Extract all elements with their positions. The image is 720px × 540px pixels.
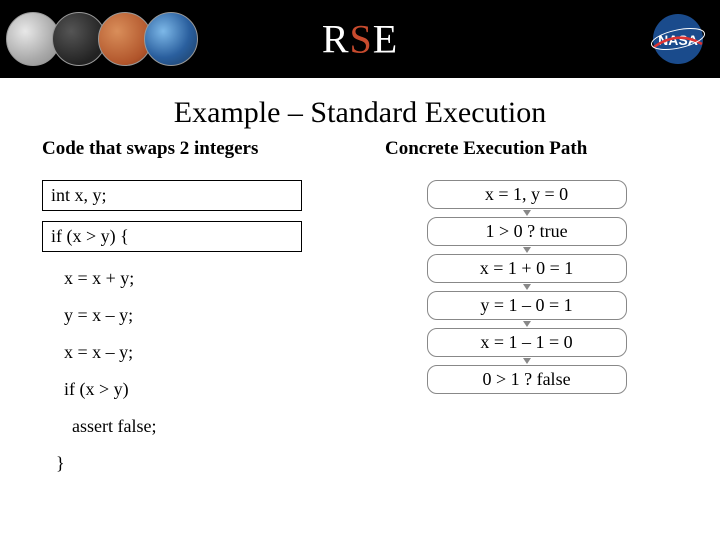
execution-heading: Concrete Execution Path <box>375 138 678 160</box>
slide-content: Code that swaps 2 integers int x, y; if … <box>0 130 720 484</box>
exec-step-6: 0 > 1 ? false <box>427 365 627 394</box>
code-line-2: y = x – y; <box>42 299 302 332</box>
execution-column: Concrete Execution Path x = 1, y = 0 1 >… <box>375 138 678 484</box>
earth-icon <box>144 12 198 66</box>
code-assert: assert false; <box>42 410 302 443</box>
planet-row <box>6 12 190 66</box>
exec-step-4: y = 1 – 0 = 1 <box>427 291 627 320</box>
code-line-1: x = x + y; <box>42 262 302 295</box>
code-heading: Code that swaps 2 integers <box>42 138 345 160</box>
code-close-brace: } <box>42 447 302 480</box>
code-inner-if: if (x > y) <box>42 373 302 406</box>
code-line-3: x = x – y; <box>42 336 302 369</box>
exec-step-1: x = 1, y = 0 <box>427 180 627 209</box>
nasa-logo-icon: NASA <box>646 12 710 66</box>
code-if-condition: if (x > y) { <box>42 221 302 252</box>
exec-step-3: x = 1 + 0 = 1 <box>427 254 627 283</box>
code-declaration: int x, y; <box>42 180 302 211</box>
code-column: Code that swaps 2 integers int x, y; if … <box>42 138 345 484</box>
exec-step-2: 1 > 0 ? true <box>427 217 627 246</box>
rse-logo: RSE <box>322 16 398 63</box>
exec-step-5: x = 1 – 1 = 0 <box>427 328 627 357</box>
execution-steps: x = 1, y = 0 1 > 0 ? true x = 1 + 0 = 1 … <box>375 180 678 394</box>
header-banner: RSE NASA <box>0 0 720 78</box>
slide-title: Example – Standard Execution <box>0 96 720 130</box>
